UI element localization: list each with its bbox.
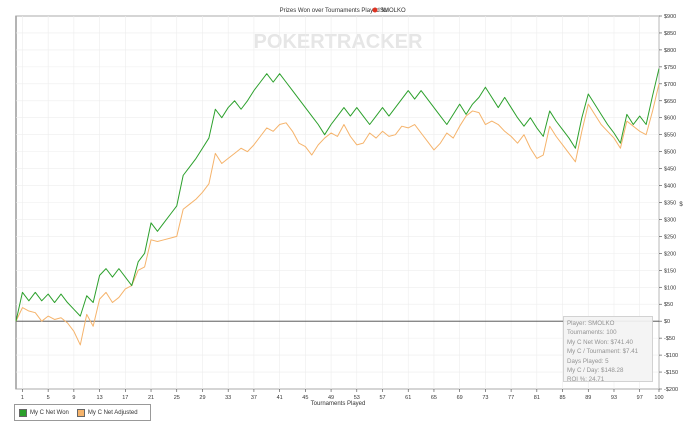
x-tick-label: 65 [431,395,437,401]
x-tick-label: 13 [97,395,103,401]
stat-net-won: My C Net Won: $741.40 [567,338,633,346]
y-tick-label: $850 [664,31,676,37]
legend-item-net-adjusted[interactable]: My C Net Adjusted [76,408,138,417]
stat-tournaments: Tournaments: 100 [567,329,617,337]
y-tick-label: $350 [664,201,676,207]
x-tick-label: 21 [148,395,154,401]
y-tick-label: $800 [664,48,676,54]
legend-label-net-won: My C Net Won [30,409,69,416]
y-tick-label: $250 [664,234,676,240]
y-tick-label: $750 [664,65,676,71]
stat-player: Player: SMOLKO [567,320,615,327]
x-tick-label: 41 [277,395,283,401]
x-axis-label: Tournaments Played [311,401,366,407]
x-tick-label: 61 [405,395,411,401]
y-tick-label: $700 [664,82,676,88]
legend: My C Net Won My C Net Adjusted [14,404,151,421]
y-tick-label: $500 [664,150,676,156]
stat-per-day: My C / Day: $148.28 [567,367,624,375]
x-tick-label: 37 [251,395,257,401]
y-tick-label: -$100 [664,353,678,359]
y-tick-label: $150 [664,268,676,274]
legend-swatch-net-won [19,408,27,417]
y-tick-label: $550 [664,133,676,139]
x-tick-label: 57 [379,395,385,401]
stat-days-played: Days Played: 5 [567,357,609,365]
x-tick-label: 100 [654,395,663,401]
x-tick-label: 45 [302,395,308,401]
x-tick-label: 85 [559,395,565,401]
y-tick-label: $600 [664,116,676,122]
stats-box: Player: SMOLKO Tournaments: 100 My C Net… [563,316,653,384]
x-tick-label: 1 [21,395,24,401]
chart-title: Prizes Won over Tournaments Played for [280,8,389,14]
y-tick-label: $100 [664,285,676,291]
x-tick-label: 89 [585,395,591,401]
y-tick-label: $200 [664,251,676,257]
x-tick-label: 33 [225,395,231,401]
x-tick-label: 81 [534,395,540,401]
x-tick-label: 77 [508,395,514,401]
stat-roi: ROI %: 24.71 [567,376,605,384]
y-tick-label: -$150 [664,370,678,376]
x-tick-label: 9 [72,395,75,401]
y-tick-label: $300 [664,217,676,223]
y-tick-label: $900 [664,14,676,20]
y-tick-label: $400 [664,184,676,190]
x-tick-label: 97 [637,395,643,401]
x-tick-label: 25 [174,395,180,401]
legend-label-net-adjusted: My C Net Adjusted [87,409,138,416]
poker-logo-icon [372,7,378,13]
y-tick-label: -$50 [664,336,675,342]
player-name: SMOLKO [380,8,406,14]
stat-per-tournament: My C / Tournament: $7.41 [567,348,639,356]
y-tick-label: $50 [664,302,673,308]
x-tick-label: 29 [199,395,205,401]
legend-swatch-net-adjusted [76,408,85,417]
x-tick-label: 69 [457,395,463,401]
x-tick-label: 17 [122,395,128,401]
y-tick-label: $450 [664,167,676,173]
y-tick-label: $650 [664,99,676,105]
x-tick-label: 73 [482,395,488,401]
x-tick-label: 93 [611,395,617,401]
y-tick-label: $0 [664,319,670,325]
x-tick-label: 5 [47,395,50,401]
legend-item-net-won[interactable]: My C Net Won [19,408,69,417]
y-tick-label: -$200 [664,387,678,393]
